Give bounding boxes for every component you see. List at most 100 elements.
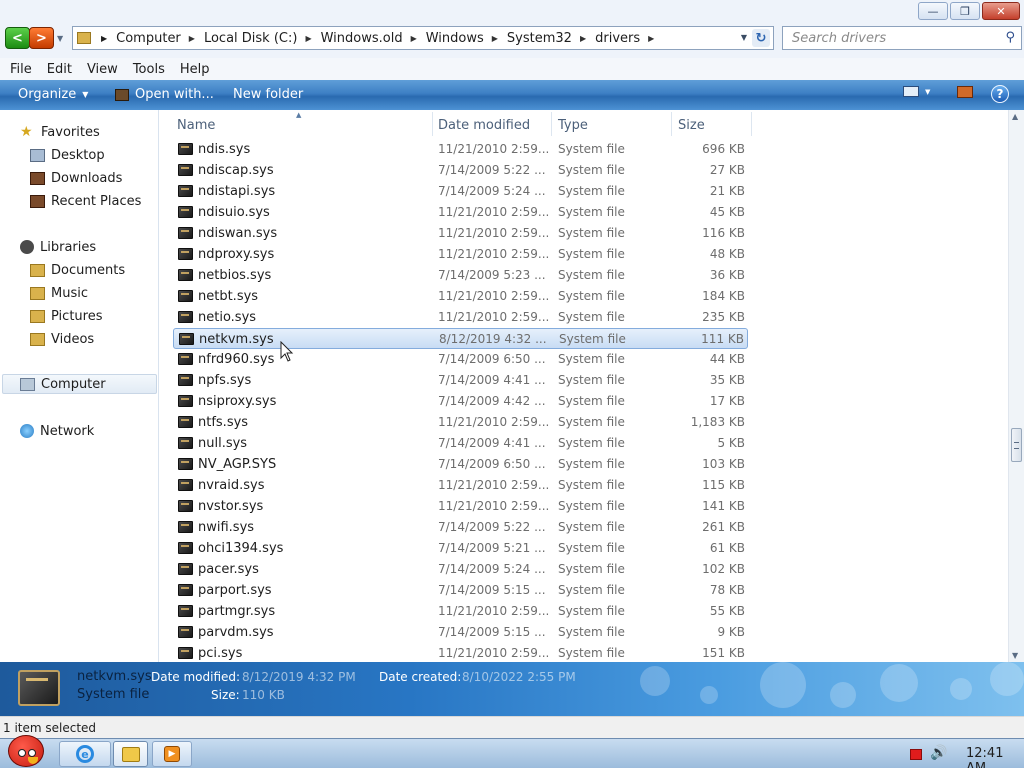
- status-bar: 1 item selected: [0, 716, 1024, 738]
- table-row[interactable]: netbios.sys 7/14/2009 5:23 ... System file…: [173, 265, 748, 286]
- chevron-right-icon: ▶: [305, 33, 312, 43]
- column-divider[interactable]: [551, 112, 552, 136]
- forward-button[interactable]: >: [29, 27, 54, 49]
- file-size: 5 KB: [717, 436, 745, 450]
- chevron-right-icon[interactable]: ▶: [101, 34, 107, 43]
- column-divider[interactable]: [751, 112, 752, 136]
- menu-file[interactable]: File: [10, 62, 32, 77]
- table-row[interactable]: pacer.sys 7/14/2009 5:24 ... System file 10…: [173, 559, 748, 580]
- new-folder-button[interactable]: New folder: [233, 87, 303, 102]
- breadcrumb-local-disk[interactable]: Local Disk (C:) ▶: [204, 31, 321, 46]
- organize-button[interactable]: Organize ▼: [18, 87, 88, 102]
- file-date-modified: 8/12/2019 4:32 ...: [439, 332, 547, 346]
- close-button[interactable]: ✕: [982, 2, 1020, 20]
- table-row[interactable]: ohci1394.sys 7/14/2009 5:21 ... System fil…: [173, 538, 748, 559]
- table-row[interactable]: npfs.sys 7/14/2009 4:41 ... System file 35 …: [173, 370, 748, 391]
- scroll-up-icon[interactable]: ▲: [1012, 112, 1018, 121]
- taskbar-internet-explorer[interactable]: e: [59, 741, 111, 767]
- table-row[interactable]: netio.sys 11/21/2010 2:59... System file 23…: [173, 307, 748, 328]
- back-button[interactable]: <: [5, 27, 30, 49]
- open-with-button[interactable]: Open with...: [115, 87, 214, 102]
- search-icon[interactable]: ⚲: [1005, 30, 1015, 45]
- address-bar[interactable]: ▶ Computer ▶ Local Disk (C:) ▶ Windows.old…: [72, 26, 774, 50]
- details-size-label: Size:: [211, 688, 240, 702]
- table-row[interactable]: nvstor.sys 11/21/2010 2:59... System file 1…: [173, 496, 748, 517]
- table-row[interactable]: null.sys 7/14/2009 4:41 ... System file 5 K…: [173, 433, 748, 454]
- table-row[interactable]: NV_AGP.SYS 7/14/2009 6:50 ... System file 1…: [173, 454, 748, 475]
- command-bar: Organize ▼ Open with... New folder ▼ ?: [0, 80, 1024, 110]
- breadcrumb-computer[interactable]: Computer ▶: [116, 31, 204, 46]
- table-row[interactable]: netbt.sys 11/21/2010 2:59... System file 18…: [173, 286, 748, 307]
- table-row[interactable]: netkvm.sys 8/12/2019 4:32 ... System file 1…: [173, 328, 748, 349]
- menu-tools[interactable]: Tools: [133, 62, 165, 77]
- table-row[interactable]: parvdm.sys 7/14/2009 5:15 ... System file 9…: [173, 622, 748, 643]
- file-name: netio.sys: [198, 310, 257, 325]
- breadcrumb-system32[interactable]: System32 ▶: [507, 31, 595, 46]
- file-size: 45 KB: [709, 205, 745, 219]
- table-row[interactable]: ndiswan.sys 11/21/2010 2:59... System file…: [173, 223, 748, 244]
- file-type: System file: [558, 394, 625, 408]
- scroll-thumb[interactable]: [1011, 428, 1022, 462]
- file-name: ndiswan.sys: [198, 226, 278, 241]
- view-icon: [903, 86, 919, 97]
- table-row[interactable]: ndproxy.sys 11/21/2010 2:59... System file…: [173, 244, 748, 265]
- file-size: 21 KB: [709, 184, 745, 198]
- file-size: 111 KB: [701, 332, 744, 346]
- search-box[interactable]: Search drivers ⚲: [782, 26, 1022, 50]
- sidebar-item-libraries[interactable]: Libraries: [20, 237, 178, 257]
- vertical-scrollbar[interactable]: ▲ ▼: [1008, 110, 1024, 662]
- downloads-icon: [30, 171, 45, 185]
- table-row[interactable]: nwifi.sys 7/14/2009 5:22 ... System file 26…: [173, 517, 748, 538]
- table-row[interactable]: ndistapi.sys 7/14/2009 5:24 ... System fil…: [173, 181, 748, 202]
- table-row[interactable]: nvraid.sys 11/21/2010 2:59... System file 1…: [173, 475, 748, 496]
- navigation-pane: ★ Favorites Desktop Downloads Recent Plac…: [0, 110, 159, 662]
- address-dropdown-icon[interactable]: ▼: [741, 33, 747, 42]
- sidebar-item-network[interactable]: Network: [20, 421, 178, 441]
- table-row[interactable]: ndis.sys 11/21/2010 2:59... System file 696…: [173, 139, 748, 160]
- sidebar-item-favorites[interactable]: ★ Favorites: [20, 122, 178, 142]
- volume-icon[interactable]: 🔊: [930, 745, 947, 761]
- column-size[interactable]: Size: [678, 118, 705, 133]
- column-divider[interactable]: [432, 112, 433, 136]
- file-size: 696 KB: [702, 142, 745, 156]
- column-divider[interactable]: [671, 112, 672, 136]
- column-name[interactable]: Name: [177, 118, 215, 133]
- change-view-button[interactable]: ▼: [903, 86, 930, 97]
- menu-view[interactable]: View: [87, 62, 118, 77]
- start-button[interactable]: [2, 731, 50, 768]
- taskbar-media-player[interactable]: ▶: [152, 741, 192, 767]
- recent-pages-dropdown[interactable]: ▼: [57, 34, 63, 43]
- table-row[interactable]: pci.sys 11/21/2010 2:59... System file 151 …: [173, 643, 748, 662]
- column-date-modified[interactable]: Date modified: [438, 118, 530, 133]
- menu-edit[interactable]: Edit: [47, 62, 72, 77]
- column-type[interactable]: Type: [558, 118, 588, 133]
- chevron-right-icon: ▶: [648, 33, 655, 43]
- action-center-icon[interactable]: [910, 749, 922, 760]
- search-input[interactable]: Search drivers: [792, 31, 886, 46]
- maximize-button[interactable]: ❐: [950, 2, 980, 20]
- details-file-type: System file: [77, 687, 150, 702]
- breadcrumb-drivers[interactable]: drivers ▶: [595, 31, 663, 46]
- help-button[interactable]: ?: [991, 85, 1009, 103]
- menu-help[interactable]: Help: [180, 62, 210, 77]
- scroll-down-icon[interactable]: ▼: [1012, 651, 1018, 660]
- program-icon: [115, 88, 129, 101]
- table-row[interactable]: ndisuio.sys 11/21/2010 2:59... System file…: [173, 202, 748, 223]
- table-row[interactable]: ntfs.sys 11/21/2010 2:59... System file 1,1…: [173, 412, 748, 433]
- table-row[interactable]: ndiscap.sys 7/14/2009 5:22 ... System file…: [173, 160, 748, 181]
- breadcrumb-windows[interactable]: Windows ▶: [426, 31, 507, 46]
- preview-pane-button[interactable]: [957, 86, 973, 98]
- table-row[interactable]: nsiproxy.sys 7/14/2009 4:42 ... System fil…: [173, 391, 748, 412]
- breadcrumb-windows-old[interactable]: Windows.old ▶: [321, 31, 426, 46]
- media-player-icon: ▶: [164, 746, 180, 762]
- taskbar-windows-explorer[interactable]: [113, 741, 148, 767]
- sidebar-item-computer[interactable]: Computer: [2, 374, 157, 394]
- menu-bar: File Edit View Tools Help: [0, 58, 1024, 80]
- clock[interactable]: 12:41 AM: [966, 746, 1024, 768]
- table-row[interactable]: partmgr.sys 11/21/2010 2:59... System file…: [173, 601, 748, 622]
- refresh-icon[interactable]: ↻: [752, 29, 770, 47]
- file-type: System file: [558, 604, 625, 618]
- minimize-button[interactable]: —: [918, 2, 948, 20]
- table-row[interactable]: parport.sys 7/14/2009 5:15 ... System file…: [173, 580, 748, 601]
- table-row[interactable]: nfrd960.sys 7/14/2009 6:50 ... System file…: [173, 349, 748, 370]
